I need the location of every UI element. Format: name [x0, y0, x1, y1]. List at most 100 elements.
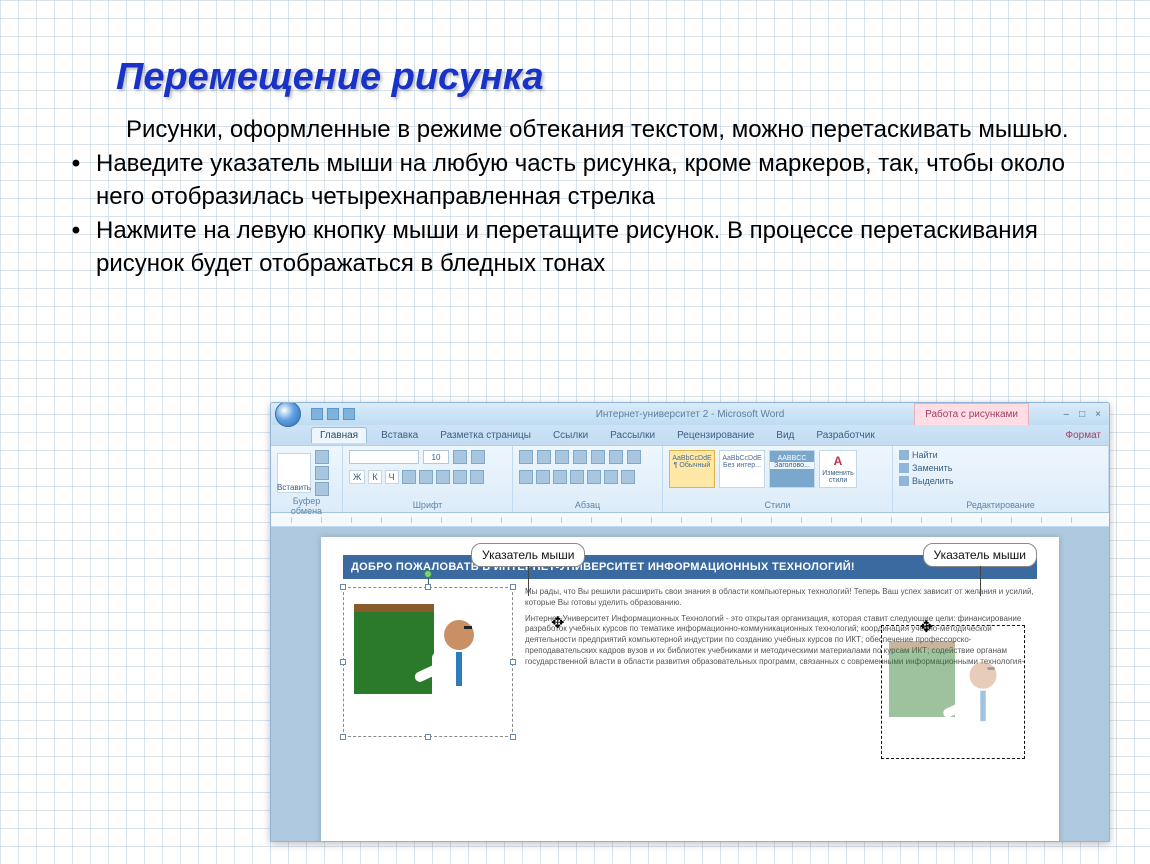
- clipart-chalkboard-ghost: [889, 641, 955, 717]
- group-paragraph: Абзац: [513, 446, 663, 512]
- bullets-icon[interactable]: [519, 450, 533, 464]
- bullet-dot: •: [56, 147, 96, 181]
- tab-insert[interactable]: Вставка: [373, 428, 426, 443]
- tab-home[interactable]: Главная: [311, 427, 367, 443]
- tab-references[interactable]: Ссылки: [545, 428, 596, 443]
- titlebar: Интернет-университет 2 - Microsoft Word …: [271, 403, 1109, 425]
- resize-handle[interactable]: [340, 659, 346, 665]
- style-sample: AaBbCcDdE: [670, 455, 714, 462]
- change-styles-label: Изменить стили: [820, 470, 856, 484]
- tab-page-layout[interactable]: Разметка страницы: [432, 428, 539, 443]
- subscript-icon[interactable]: [419, 470, 433, 484]
- select-button[interactable]: Выделить: [899, 476, 954, 486]
- group-paragraph-label: Абзац: [519, 500, 656, 510]
- style-heading[interactable]: AABBCC Заголово...: [769, 450, 815, 488]
- style-name: Без интер...: [720, 462, 764, 469]
- group-editing: Найти Заменить Выделить Редактирование: [893, 446, 1109, 512]
- rotation-handle[interactable]: [424, 570, 432, 578]
- ghost-picture: [883, 627, 1023, 757]
- style-no-spacing[interactable]: AaBbCcDdE Без интер...: [719, 450, 765, 488]
- copy-icon[interactable]: [315, 466, 329, 480]
- bullet-1: • Наведите указатель мыши на любую часть…: [56, 147, 1094, 214]
- group-styles-label: Стили: [669, 500, 886, 510]
- select-label: Выделить: [912, 476, 954, 486]
- group-styles: AaBbCcDdE ¶ Обычный AaBbCcDdE Без интер.…: [663, 446, 893, 512]
- replace-label: Заменить: [912, 463, 952, 473]
- strikethrough-icon[interactable]: [402, 470, 416, 484]
- numbering-icon[interactable]: [537, 450, 551, 464]
- resize-handle[interactable]: [510, 659, 516, 665]
- change-styles-button[interactable]: A Изменить стили: [819, 450, 857, 488]
- tab-review[interactable]: Рецензирование: [669, 428, 762, 443]
- tab-view[interactable]: Вид: [768, 428, 802, 443]
- move-cursor-icon: ✥: [920, 617, 933, 637]
- underline-button[interactable]: Ч: [385, 470, 399, 484]
- replace-icon: [899, 463, 909, 473]
- font-name-combo[interactable]: [349, 450, 419, 464]
- format-painter-icon[interactable]: [315, 482, 329, 496]
- borders-icon[interactable]: [621, 470, 635, 484]
- justify-icon[interactable]: [570, 470, 584, 484]
- ribbon: Вставить Буфер обмена 10 Ж К Ч: [271, 445, 1109, 513]
- tab-developer[interactable]: Разработчик: [808, 428, 882, 443]
- clipart-teacher: [424, 620, 494, 730]
- group-font-label: Шрифт: [349, 500, 506, 510]
- line-spacing-icon[interactable]: [587, 470, 601, 484]
- shrink-font-icon[interactable]: [471, 450, 485, 464]
- clipart-teacher-ghost: [956, 662, 1010, 748]
- sort-icon[interactable]: [609, 450, 623, 464]
- style-name: Заголово...: [770, 462, 814, 469]
- resize-handle[interactable]: [425, 734, 431, 740]
- decrease-indent-icon[interactable]: [573, 450, 587, 464]
- resize-handle[interactable]: [510, 734, 516, 740]
- contextual-tab-title: Работа с рисунками: [914, 403, 1029, 425]
- ribbon-tabs: Главная Вставка Разметка страницы Ссылки…: [271, 425, 1109, 445]
- selected-picture[interactable]: [343, 587, 513, 737]
- page: Указатель мыши Указатель мыши ДОБРО ПОЖА…: [321, 537, 1059, 842]
- horizontal-ruler[interactable]: [271, 513, 1109, 527]
- style-sample: AABBCC: [770, 455, 814, 462]
- bullet-2-text: Нажмите на левую кнопку мыши и перетащит…: [96, 214, 1094, 281]
- resize-handle[interactable]: [425, 584, 431, 590]
- bold-button[interactable]: Ж: [349, 470, 365, 484]
- style-name: ¶ Обычный: [670, 462, 714, 469]
- show-marks-icon[interactable]: [627, 450, 641, 464]
- tab-format[interactable]: Формат: [1057, 428, 1109, 443]
- replace-button[interactable]: Заменить: [899, 463, 952, 473]
- shading-icon[interactable]: [604, 470, 618, 484]
- font-color-icon[interactable]: [470, 470, 484, 484]
- change-styles-icon: A: [834, 454, 843, 468]
- move-cursor-icon: ✥: [551, 613, 564, 633]
- document-area[interactable]: Указатель мыши Указатель мыши ДОБРО ПОЖА…: [271, 527, 1109, 842]
- superscript-icon[interactable]: [436, 470, 450, 484]
- resize-handle[interactable]: [340, 584, 346, 590]
- font-size-combo[interactable]: 10: [423, 450, 449, 464]
- bullet-dot: •: [56, 214, 96, 248]
- resize-handle[interactable]: [510, 584, 516, 590]
- cut-icon[interactable]: [315, 450, 329, 464]
- grow-font-icon[interactable]: [453, 450, 467, 464]
- align-right-icon[interactable]: [553, 470, 567, 484]
- callout-pointer-left: Указатель мыши: [471, 543, 585, 567]
- align-center-icon[interactable]: [536, 470, 550, 484]
- slide-intro: Рисунки, оформленные в режиме обтекания …: [56, 113, 1094, 147]
- increase-indent-icon[interactable]: [591, 450, 605, 464]
- tab-mailings[interactable]: Рассылки: [602, 428, 663, 443]
- slide-title: Перемещение рисунка: [56, 56, 1094, 99]
- italic-button[interactable]: К: [368, 470, 381, 484]
- resize-handle[interactable]: [340, 734, 346, 740]
- style-normal[interactable]: AaBbCcDdE ¶ Обычный: [669, 450, 715, 488]
- find-icon: [899, 450, 909, 460]
- text-highlight-icon[interactable]: [453, 470, 467, 484]
- multilevel-icon[interactable]: [555, 450, 569, 464]
- group-font: 10 Ж К Ч Шрифт: [343, 446, 513, 512]
- body-p1: Мы рады, что Вы решили расширить свои зн…: [525, 587, 1037, 609]
- group-editing-label: Редактирование: [899, 500, 1102, 510]
- select-icon: [899, 476, 909, 486]
- bullet-2: • Нажмите на левую кнопку мыши и перетащ…: [56, 214, 1094, 281]
- callout-pointer-right: Указатель мыши: [923, 543, 1037, 567]
- align-left-icon[interactable]: [519, 470, 533, 484]
- group-clipboard-label: Буфер обмена: [277, 496, 336, 516]
- paste-button[interactable]: Вставить: [277, 453, 311, 493]
- find-button[interactable]: Найти: [899, 450, 938, 460]
